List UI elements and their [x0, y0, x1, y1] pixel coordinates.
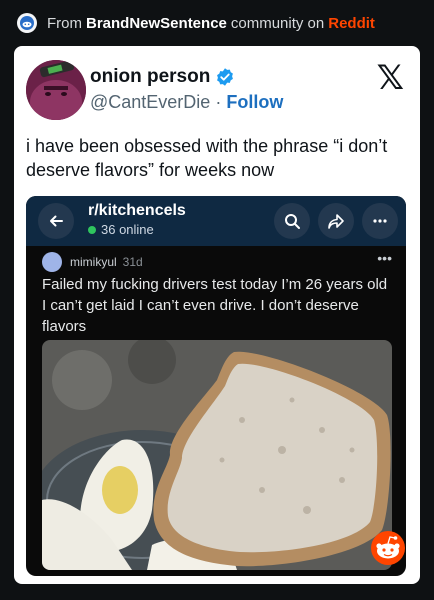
online-count: 36 online	[88, 222, 154, 237]
online-label: 36 online	[101, 222, 154, 237]
community-header: From BrandNewSentence community on Reddi…	[0, 0, 434, 46]
follow-button[interactable]: Follow	[226, 92, 283, 112]
verified-badge-icon	[217, 68, 234, 86]
community-link[interactable]: BrandNewSentence	[86, 15, 227, 32]
back-arrow-icon[interactable]	[38, 203, 74, 239]
avatar[interactable]	[26, 60, 86, 120]
search-icon[interactable]	[274, 203, 310, 239]
reddit-community-icon	[17, 13, 37, 33]
tweet-card: onion person @CantEverDie · Follow 𝕏 i h…	[14, 46, 420, 584]
share-icon[interactable]	[318, 203, 354, 239]
post-meta: mimikyul 31d	[42, 252, 143, 272]
post-more-button[interactable]: •••	[377, 250, 392, 266]
embedded-reddit-screenshot[interactable]: r/kitchencels 36 online mimikyul 31d •••…	[26, 196, 406, 576]
poster-username[interactable]: mimikyul	[70, 255, 117, 269]
name-row: onion person	[90, 66, 235, 88]
handle-row: @CantEverDie · Follow	[90, 92, 283, 113]
online-dot	[88, 225, 96, 234]
subreddit-bar: r/kitchencels 36 online	[26, 196, 406, 246]
post-text: Failed my fucking drivers test today I’m…	[42, 276, 388, 335]
x-logo-icon[interactable]: 𝕏	[377, 58, 404, 98]
poster-avatar[interactable]	[42, 252, 62, 272]
header-prefix: From	[47, 14, 82, 32]
post-image[interactable]	[42, 340, 392, 570]
subreddit-name[interactable]: r/kitchencels	[88, 202, 186, 220]
reddit-snoo-icon	[370, 530, 406, 566]
more-options-icon[interactable]	[362, 203, 398, 239]
tweet-text: i have been obsessed with the phrase “i …	[26, 136, 388, 180]
post-age: 31d	[122, 255, 143, 269]
separator: ·	[215, 92, 222, 112]
header-middle-text: community on	[230, 14, 325, 32]
handle[interactable]: @CantEverDie	[90, 92, 210, 112]
reddit-link[interactable]: Reddit	[328, 15, 375, 32]
display-name[interactable]: onion person	[90, 66, 210, 88]
